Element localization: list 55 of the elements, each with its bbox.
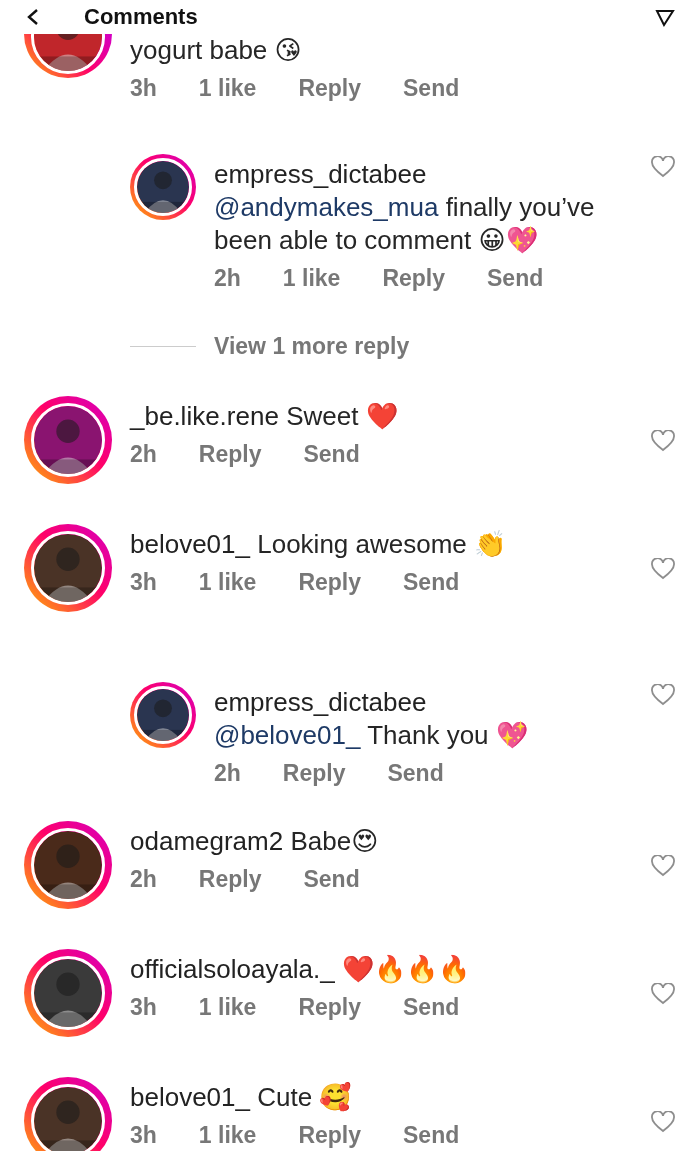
comment-text: yogurt babe 😘: [130, 34, 303, 67]
comment-time: 3h: [130, 569, 157, 596]
username-link[interactable]: officialsoloayala._: [130, 954, 335, 984]
page-title: Comments: [84, 4, 199, 30]
heart-icon[interactable]: [651, 1111, 675, 1133]
send-button[interactable]: Send: [403, 1122, 460, 1149]
send-button[interactable]: Send: [387, 760, 444, 787]
comment-text: _be.like.rene Sweet ❤: [130, 400, 399, 433]
reply-button[interactable]: Reply: [298, 1122, 362, 1149]
heart-icon[interactable]: [651, 558, 675, 580]
reply-button[interactable]: Reply: [298, 75, 362, 102]
username-link[interactable]: empress_dictabee: [214, 158, 629, 191]
comment-time: 2h: [130, 441, 157, 468]
comment-text: empress_dictabee @andymakes_mua finally you’ve been able to comment 😀💖: [214, 158, 629, 257]
mention-link[interactable]: @andymakes_mua: [214, 192, 439, 222]
comment-text: belove01_ Cute 🥰: [130, 1081, 353, 1114]
reply-button[interactable]: Reply: [298, 569, 362, 596]
username-link[interactable]: odamegram2: [130, 826, 284, 856]
reply-button[interactable]: Reply: [382, 265, 446, 292]
username-link[interactable]: empress_dictabee: [214, 686, 629, 719]
send-button[interactable]: Send: [403, 569, 460, 596]
send-button[interactable]: Send: [303, 441, 360, 468]
like-count[interactable]: 1 like: [198, 569, 257, 596]
comment-text: empress_dictabee @belove01_ Thank you 💖: [214, 686, 629, 752]
heart-icon[interactable]: [651, 855, 675, 877]
comment-text: belove01_ Looking awesome 👏: [130, 528, 508, 561]
reply-button[interactable]: Reply: [282, 760, 346, 787]
send-button[interactable]: Send: [403, 75, 460, 102]
username-link[interactable]: belove01_: [130, 1082, 250, 1112]
heart-icon[interactable]: [651, 983, 675, 1005]
view-replies-link[interactable]: View 1 more reply: [214, 332, 410, 360]
like-count[interactable]: 1 like: [198, 75, 257, 102]
like-count[interactable]: 1 like: [198, 994, 257, 1021]
reply-button[interactable]: Reply: [198, 441, 262, 468]
comment-time: 2h: [130, 866, 157, 893]
comment-time: 3h: [130, 994, 157, 1021]
send-button[interactable]: Send: [487, 265, 544, 292]
like-count[interactable]: 1 like: [282, 265, 341, 292]
comment-text: odamegram2 Babe😍: [130, 825, 380, 858]
send-button[interactable]: Send: [403, 994, 460, 1021]
comment-time: 2h: [214, 760, 241, 787]
comment-time: 2h: [214, 265, 241, 292]
reply-button[interactable]: Reply: [298, 994, 362, 1021]
heart-icon[interactable]: [651, 684, 675, 706]
reply-button[interactable]: Reply: [198, 866, 262, 893]
comment-time: 3h: [130, 1122, 157, 1149]
send-button[interactable]: Send: [303, 866, 360, 893]
heart-icon[interactable]: [651, 430, 675, 452]
heart-icon[interactable]: [651, 156, 675, 178]
comment-text: officialsoloayala._ ❤🔥🔥🔥: [130, 953, 471, 986]
username-link[interactable]: belove01_: [130, 529, 250, 559]
like-count[interactable]: 1 like: [198, 1122, 257, 1149]
username-link[interactable]: _be.like.rene: [130, 401, 279, 431]
comment-time: 3h: [130, 75, 157, 102]
mention-link[interactable]: @belove01_: [214, 720, 361, 750]
